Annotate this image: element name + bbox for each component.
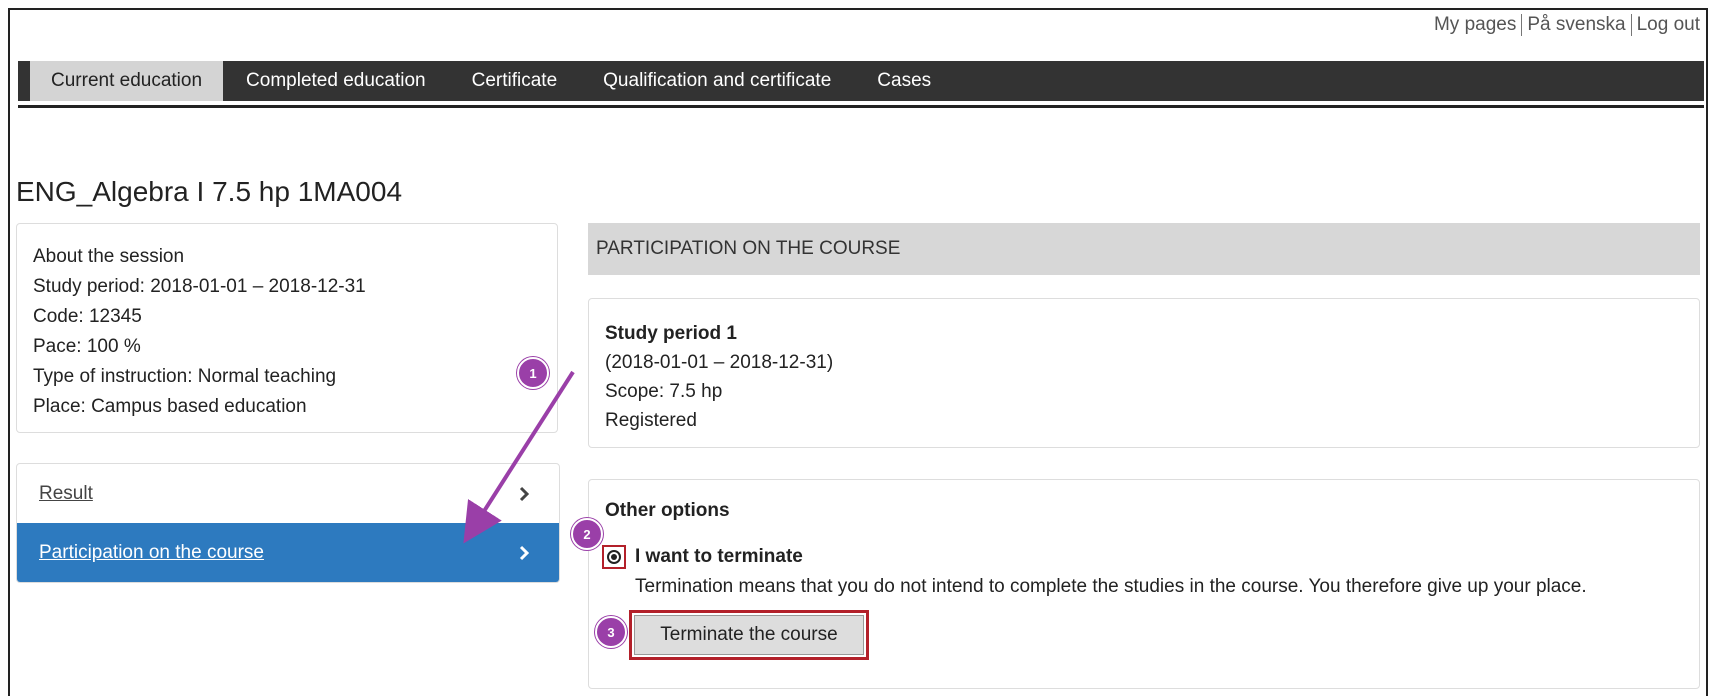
other-options-heading: Other options — [605, 500, 730, 521]
side-nav-label-result[interactable]: Result — [39, 483, 93, 505]
terminate-option-label[interactable]: I want to terminate — [635, 546, 803, 568]
tab-certificate[interactable]: Certificate — [449, 61, 581, 101]
side-nav-item-result[interactable]: Result — [17, 464, 559, 523]
top-links: My pages På svenska Log out — [1429, 14, 1705, 36]
radio-selected-icon — [607, 550, 621, 564]
annotation-marker-2: 2 — [571, 518, 603, 550]
session-place: Place: Campus based education — [33, 396, 307, 417]
terminate-radio[interactable] — [602, 545, 626, 569]
session-pace: Pace: 100 % — [33, 336, 141, 357]
tab-qualification-certificate[interactable]: Qualification and certificate — [580, 61, 854, 101]
other-options-panel: Other options I want to terminate Termin… — [588, 479, 1700, 689]
annotation-marker-3: 3 — [595, 616, 627, 648]
study-period-scope: Scope: 7.5 hp — [605, 381, 723, 402]
chevron-right-icon — [519, 545, 530, 560]
side-nav: Result Participation on the course — [16, 463, 560, 583]
tab-cases[interactable]: Cases — [854, 61, 954, 101]
session-study-period: Study period: 2018-01-01 – 2018-12-31 — [33, 276, 366, 297]
swedish-link[interactable]: På svenska — [1521, 14, 1630, 36]
chevron-right-icon — [519, 486, 530, 501]
session-info: About the session Study period: 2018-01-… — [16, 223, 558, 433]
study-period-dates: (2018-01-01 – 2018-12-31) — [605, 352, 834, 373]
page-title: ENG_Algebra I 7.5 hp 1MA004 — [16, 176, 403, 207]
session-type: Type of instruction: Normal teaching — [33, 366, 337, 387]
main-nav: Current education Completed education Ce… — [18, 61, 1704, 105]
side-nav-item-participation[interactable]: Participation on the course — [17, 523, 559, 582]
study-period-status: Registered — [605, 410, 697, 431]
study-period-title: Study period 1 — [605, 323, 737, 344]
terminate-course-button[interactable]: Terminate the course — [634, 615, 864, 655]
tab-current-education[interactable]: Current education — [30, 61, 224, 101]
session-code: Code: 12345 — [33, 306, 142, 327]
logout-link[interactable]: Log out — [1630, 14, 1705, 36]
section-header: PARTICIPATION ON THE COURSE — [588, 223, 1700, 275]
terminate-button-highlight: Terminate the course — [629, 610, 869, 660]
tab-completed-education[interactable]: Completed education — [223, 61, 449, 101]
annotation-marker-1: 1 — [517, 357, 549, 389]
terminate-option-description: Termination means that you do not intend… — [635, 576, 1587, 597]
side-nav-label-participation[interactable]: Participation on the course — [39, 542, 264, 564]
session-heading: About the session — [33, 246, 185, 267]
my-pages-link[interactable]: My pages — [1429, 14, 1521, 36]
study-period-panel: Study period 1 (2018-01-01 – 2018-12-31)… — [588, 298, 1700, 448]
